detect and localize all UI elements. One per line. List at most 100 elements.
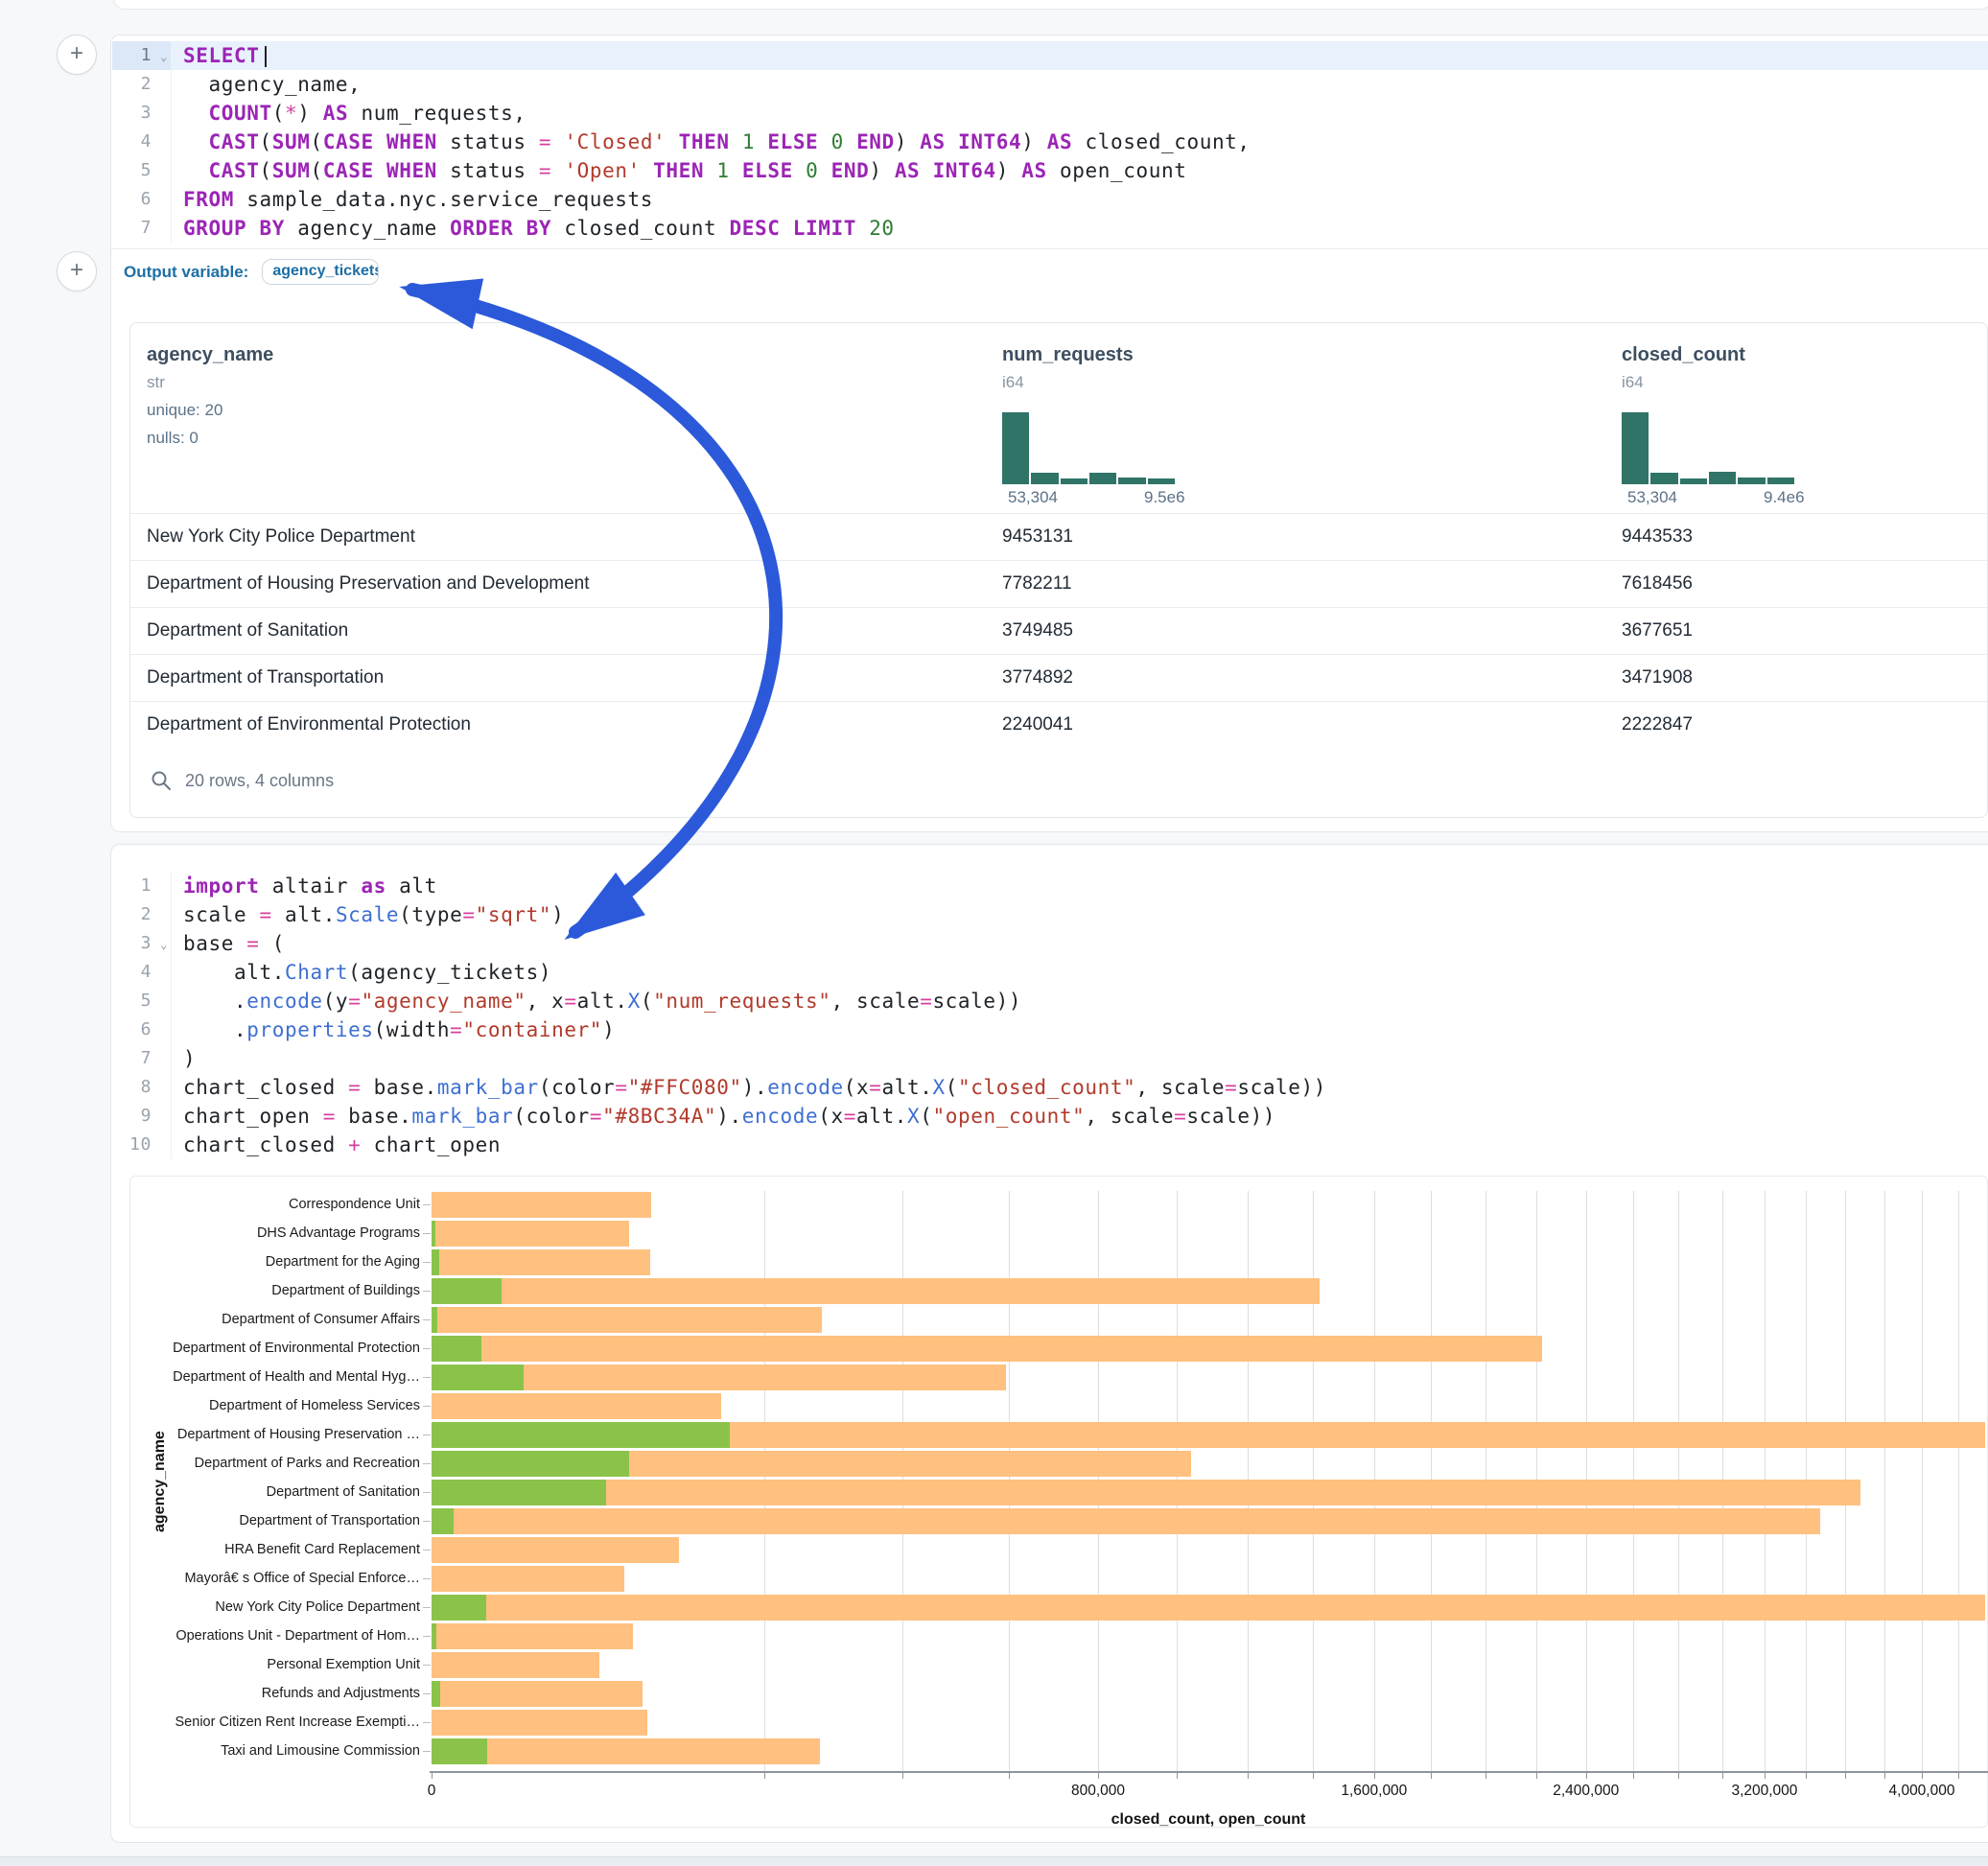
sql-code-text: CAST(SUM(CASE WHEN status = 'Open' THEN … — [172, 156, 1186, 185]
column-name: closed_count — [1622, 344, 1890, 366]
python-line-number: 1 — [112, 872, 172, 900]
column-histogram — [1622, 412, 1794, 484]
sql-line-number: 4 — [112, 128, 172, 156]
table-cell: Department of Sanitation — [147, 620, 348, 641]
table-cell: New York City Police Department — [147, 526, 415, 548]
sql-code-line[interactable]: 5 CAST(SUM(CASE WHEN status = 'Open' THE… — [112, 156, 1988, 185]
table-cell: 9453131 — [1002, 526, 1073, 548]
table-cell: 3471908 — [1622, 667, 1693, 688]
python-line-number: 10 — [112, 1131, 172, 1159]
table-row[interactable]: Department of Transportation377489234719… — [130, 654, 1987, 701]
column-header-num_requests[interactable]: num_requestsi6453,3049.5e6 — [1002, 323, 1271, 392]
add-cell-button-output[interactable]: + — [57, 251, 97, 292]
sql-line-number: 3 — [112, 99, 172, 128]
table-cell: Department of Environmental Protection — [147, 714, 471, 735]
sql-code-line[interactable]: 2 agency_name, — [112, 70, 1988, 99]
python-code-line[interactable]: 7) — [112, 1044, 1988, 1073]
python-code-line[interactable]: 1import altair as alt — [112, 872, 1988, 900]
python-code-line[interactable]: 3⌄base = ( — [112, 929, 1988, 958]
histogram-bar — [1680, 478, 1707, 484]
python-code-line[interactable]: 8chart_closed = base.mark_bar(color="#FF… — [112, 1073, 1988, 1102]
sql-code-text: GROUP BY agency_name ORDER BY closed_cou… — [172, 214, 895, 243]
histogram-bar — [1089, 473, 1116, 484]
python-code-text: base = ( — [172, 929, 285, 958]
histogram-max-label: 9.4e6 — [1764, 488, 1975, 507]
column-header-agency_name[interactable]: agency_namestrunique: 20nulls: 0 — [147, 323, 415, 448]
table-row[interactable]: Department of Environmental Protection 22… — [130, 701, 1987, 748]
table-row[interactable]: Department of Sanitation37494853677651 — [130, 607, 1987, 654]
previous-cell-edge — [113, 0, 1988, 10]
sql-line-number: 1⌄ — [112, 41, 172, 70]
sql-code-text: FROM sample_data.nyc.service_requests — [172, 185, 653, 214]
result-table: agency_namestrunique: 20nulls: 0num_requ… — [129, 322, 1988, 818]
column-type: i64 — [1002, 373, 1271, 392]
python-code-text: alt.Chart(agency_tickets) — [172, 958, 551, 987]
column-stat: nulls: 0 — [147, 429, 415, 448]
column-type: i64 — [1622, 373, 1890, 392]
table-cell: 7618456 — [1622, 573, 1693, 595]
python-code-text: scale = alt.Scale(type="sqrt") — [172, 900, 564, 929]
sql-line-number: 7 — [112, 214, 172, 243]
notebook-canvas: + + 1⌄SELECT2 agency_name,3 COUNT(*) AS … — [0, 0, 1988, 1864]
python-line-number: 4 — [112, 958, 172, 987]
sql-code-text: agency_name, — [172, 70, 361, 99]
histogram-bar — [1002, 412, 1029, 484]
histogram-bar — [1650, 473, 1677, 484]
column-histogram — [1002, 412, 1175, 484]
sql-code-text: COUNT(*) AS num_requests, — [172, 99, 526, 128]
next-cell-edge — [0, 1856, 1988, 1866]
python-line-number: 7 — [112, 1044, 172, 1073]
python-code-text: .encode(y="agency_name", x=alt.X("num_re… — [172, 987, 1021, 1015]
output-variable-pill[interactable]: agency_tickets — [262, 259, 379, 285]
histogram-bar — [1061, 478, 1088, 484]
python-line-number: 6 — [112, 1015, 172, 1044]
chart-output — [129, 1176, 1988, 1828]
table-cell: Department of Transportation — [147, 667, 384, 688]
python-line-number: 2 — [112, 900, 172, 929]
python-code-text: chart_open = base.mark_bar(color="#8BC34… — [172, 1102, 1275, 1131]
sql-line-number: 5 — [112, 156, 172, 185]
python-code-line[interactable]: 10chart_closed + chart_open — [112, 1131, 1988, 1159]
table-cell: 2240041 — [1002, 714, 1073, 735]
column-stat: unique: 20 — [147, 401, 415, 420]
sql-line-number: 6 — [112, 185, 172, 214]
python-code-line[interactable]: 4 alt.Chart(agency_tickets) — [112, 958, 1988, 987]
sql-code-line[interactable]: 7GROUP BY agency_name ORDER BY closed_co… — [112, 214, 1988, 243]
python-code-line[interactable]: 9chart_open = base.mark_bar(color="#8BC3… — [112, 1102, 1988, 1131]
table-cell: Department of Housing Preservation and D… — [147, 573, 590, 595]
column-name: num_requests — [1002, 344, 1271, 366]
histogram-bar — [1031, 473, 1058, 484]
sql-editor[interactable]: 1⌄SELECT2 agency_name,3 COUNT(*) AS num_… — [112, 41, 1988, 243]
python-code-text: ) — [172, 1044, 196, 1073]
histogram-bar — [1148, 478, 1175, 484]
sql-line-number: 2 — [112, 70, 172, 99]
fold-chevron-icon[interactable]: ⌄ — [160, 930, 168, 959]
sql-code-line[interactable]: 1⌄SELECT — [112, 41, 1988, 70]
table-cell: 3677651 — [1622, 620, 1693, 641]
python-code-line[interactable]: 2scale = alt.Scale(type="sqrt") — [112, 900, 1988, 929]
python-editor[interactable]: 1import altair as alt2scale = alt.Scale(… — [112, 872, 1988, 1159]
add-cell-button-top[interactable]: + — [57, 35, 97, 75]
sql-code-line[interactable]: 6FROM sample_data.nyc.service_requests — [112, 185, 1988, 214]
python-code-text: .properties(width="container") — [172, 1015, 615, 1044]
histogram-bar — [1118, 478, 1145, 484]
table-cell: 7782211 — [1002, 573, 1072, 595]
histogram-bar — [1709, 472, 1736, 484]
column-name: agency_name — [147, 344, 415, 366]
python-line-number: 9 — [112, 1102, 172, 1131]
sql-code-line[interactable]: 3 COUNT(*) AS num_requests, — [112, 99, 1988, 128]
table-cell: 2222847 — [1622, 714, 1693, 735]
table-row[interactable]: Department of Housing Preservation and D… — [130, 560, 1987, 607]
python-line-number: 8 — [112, 1073, 172, 1102]
histogram-bar — [1738, 478, 1765, 484]
column-header-closed_count[interactable]: closed_counti6453,3049.4e6 — [1622, 323, 1890, 392]
table-row[interactable]: New York City Police Department945313194… — [130, 513, 1987, 560]
histogram-bar — [1767, 478, 1794, 484]
python-code-line[interactable]: 5 .encode(y="agency_name", x=alt.X("num_… — [112, 987, 1988, 1015]
sql-code-text: CAST(SUM(CASE WHEN status = 'Closed' THE… — [172, 128, 1251, 156]
sql-code-line[interactable]: 4 CAST(SUM(CASE WHEN status = 'Closed' T… — [112, 128, 1988, 156]
row-column-count: 20 rows, 4 columns — [185, 771, 334, 791]
python-code-line[interactable]: 6 .properties(width="container") — [112, 1015, 1988, 1044]
fold-chevron-icon[interactable]: ⌄ — [160, 42, 168, 71]
search-icon[interactable] — [150, 769, 173, 792]
